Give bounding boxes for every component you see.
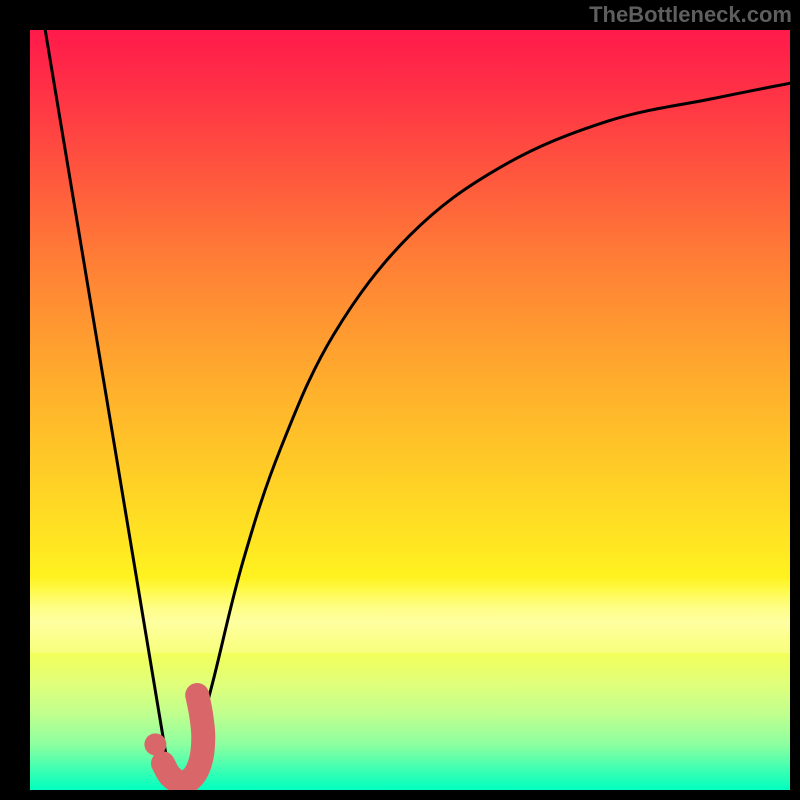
series-dot <box>144 733 166 755</box>
series-left-descent <box>45 30 167 760</box>
series-j-stroke <box>163 695 203 782</box>
series-right-curve <box>190 83 790 767</box>
plot-area <box>30 30 790 790</box>
chart-frame: TheBottleneck.com <box>0 0 800 800</box>
watermark-text: TheBottleneck.com <box>589 2 792 28</box>
curves-layer <box>30 30 790 790</box>
